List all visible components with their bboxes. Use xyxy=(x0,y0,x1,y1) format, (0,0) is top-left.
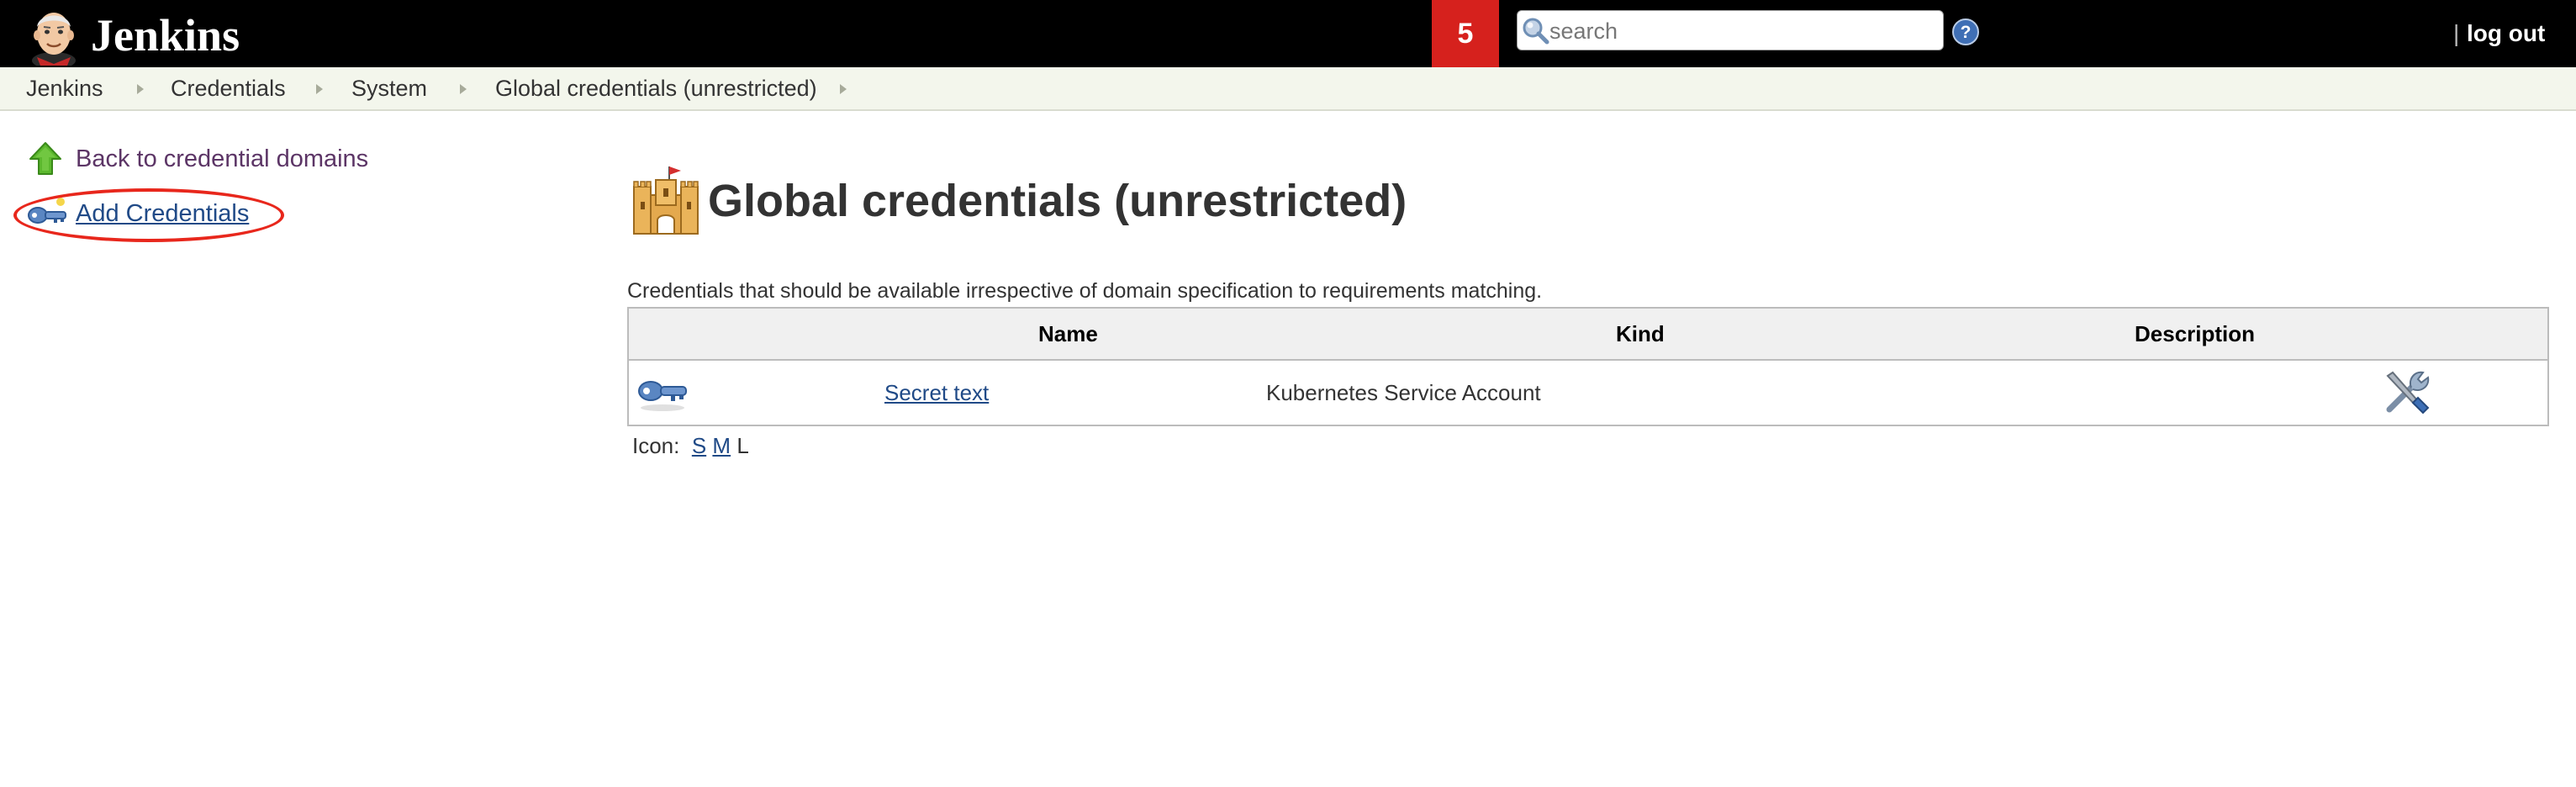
breadcrumb-arrow-icon[interactable] xyxy=(840,84,847,94)
icon-size-label: Icon: xyxy=(632,433,680,458)
credential-name-link[interactable]: Secret text xyxy=(884,361,989,425)
column-header-kind[interactable]: Kind xyxy=(1616,309,1665,359)
up-arrow-icon xyxy=(29,142,61,175)
page-description: Credentials that should be available irr… xyxy=(627,279,1543,303)
breadcrumb-item-system[interactable]: System xyxy=(351,67,427,109)
breadcrumb: Jenkins Credentials System Global creden… xyxy=(0,67,2576,111)
search-input[interactable] xyxy=(1549,18,1936,45)
help-icon[interactable]: ? xyxy=(1952,18,1979,45)
icon-size-large-current: L xyxy=(736,433,749,458)
breadcrumb-item-global-credentials[interactable]: Global credentials (unrestricted) xyxy=(495,67,817,109)
back-to-credential-domains-link[interactable]: Back to credential domains xyxy=(76,139,368,179)
breadcrumb-arrow-icon[interactable] xyxy=(137,84,144,94)
configure-tools-icon[interactable] xyxy=(2381,367,2431,418)
table-header-row: Name Kind Description xyxy=(629,309,2547,361)
icon-size-small-link[interactable]: S xyxy=(692,433,706,458)
highlight-annotation-circle xyxy=(13,188,284,242)
notification-badge[interactable]: 5 xyxy=(1432,0,1499,67)
page-title: Global credentials (unrestricted) xyxy=(708,176,1407,226)
search-icon xyxy=(1523,18,1549,45)
logout-link[interactable]: log out xyxy=(2467,20,2545,47)
header-separator: | xyxy=(2453,20,2460,46)
search-box xyxy=(1517,10,1944,50)
key-icon xyxy=(638,381,687,411)
table-row: Secret text Kubernetes Service Account xyxy=(629,361,2547,425)
svg-text:?: ? xyxy=(1961,23,1972,42)
header-bar: Jenkins 5 ? | log out xyxy=(0,0,2576,67)
column-header-description[interactable]: Description xyxy=(2135,309,2255,359)
jenkins-logo[interactable]: Jenkins xyxy=(24,5,293,66)
breadcrumb-arrow-icon[interactable] xyxy=(316,84,323,94)
breadcrumb-arrow-icon[interactable] xyxy=(460,84,467,94)
app-name: Jenkins xyxy=(91,10,240,61)
credentials-table: Name Kind Description Secret text Kubern… xyxy=(627,307,2549,426)
breadcrumb-item-jenkins[interactable]: Jenkins xyxy=(26,67,103,109)
icon-size-selector: Icon: S M L xyxy=(632,432,749,459)
column-header-name[interactable]: Name xyxy=(1038,309,1098,359)
credential-kind: Kubernetes Service Account xyxy=(1266,380,1541,405)
breadcrumb-item-credentials[interactable]: Credentials xyxy=(171,67,286,109)
icon-size-medium-link[interactable]: M xyxy=(712,433,731,458)
jenkins-butler-icon xyxy=(32,13,76,66)
castle-icon xyxy=(633,166,699,235)
